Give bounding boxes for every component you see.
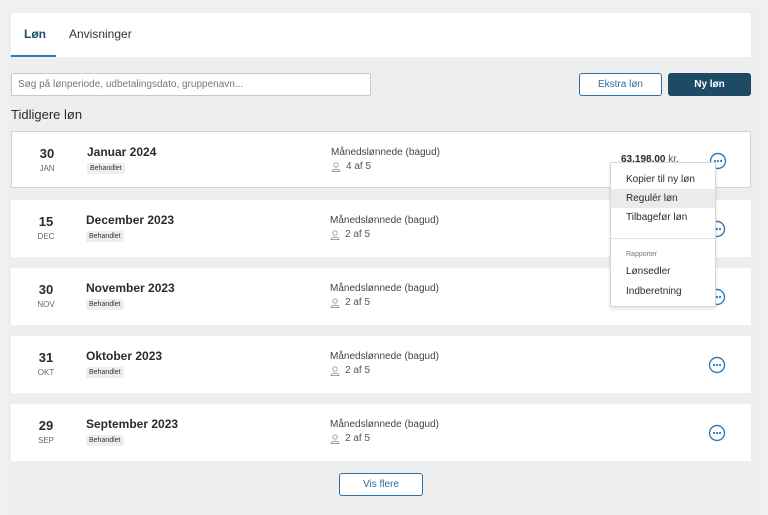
person-icon — [330, 365, 340, 376]
tab-lon[interactable]: Løn — [24, 27, 46, 41]
menu-divider — [611, 238, 715, 239]
employee-count: 2 af 5 — [330, 433, 370, 444]
more-options-icon[interactable] — [708, 356, 726, 374]
count-text: 2 af 5 — [345, 229, 371, 240]
new-pay-button[interactable]: Ny løn — [668, 73, 751, 96]
person-icon — [331, 161, 341, 172]
group-name: Månedslønnede (bagud) — [330, 283, 439, 294]
pay-day: 15 — [38, 214, 54, 229]
period-title: November 2023 — [86, 281, 175, 295]
group-name: Månedslønnede (bagud) — [330, 215, 439, 226]
pay-month: SEP — [37, 436, 54, 445]
extra-pay-button[interactable]: Ekstra løn — [579, 73, 662, 96]
group-name: Månedslønnede (bagud) — [330, 419, 439, 430]
status-badge: Behandlet — [87, 163, 125, 174]
pay-month: NOV — [37, 300, 55, 309]
pay-month: OKT — [37, 368, 55, 377]
menu-item-reporting[interactable]: Indberetning — [611, 282, 715, 301]
employee-count: 2 af 5 — [330, 297, 370, 308]
menu-item-reverse[interactable]: Tilbagefør løn — [611, 208, 715, 227]
tab-bar: Løn Anvisninger — [11, 13, 751, 57]
pay-month: DEC — [37, 232, 55, 241]
actions-menu: Kopier til ny løn Regulér løn Tilbagefør… — [610, 162, 716, 307]
pay-day: 30 — [38, 282, 54, 297]
status-badge: Behandlet — [86, 367, 124, 378]
count-text: 2 af 5 — [345, 365, 371, 376]
status-badge: Behandlet — [86, 299, 124, 310]
tab-anvisninger[interactable]: Anvisninger — [69, 27, 132, 41]
menu-item-payslips[interactable]: Lønsedler — [611, 262, 715, 281]
person-icon — [330, 229, 340, 240]
count-text: 2 af 5 — [345, 297, 371, 308]
show-more-button[interactable]: Vis flere — [339, 473, 423, 496]
menu-item-copy[interactable]: Kopier til ny løn — [611, 170, 715, 189]
group-name: Månedslønnede (bagud) — [331, 147, 440, 158]
pay-day: 31 — [38, 350, 54, 365]
status-badge: Behandlet — [86, 435, 124, 446]
period-title: Januar 2024 — [87, 145, 157, 159]
status-badge: Behandlet — [86, 231, 124, 242]
active-tab-indicator — [11, 55, 56, 57]
person-icon — [330, 297, 340, 308]
employee-count: 4 af 5 — [331, 161, 371, 172]
period-title: December 2023 — [86, 213, 175, 227]
search-input[interactable] — [11, 73, 371, 96]
count-text: 2 af 5 — [345, 433, 371, 444]
payroll-row[interactable]: 31 OKT Oktober 2023 Behandlet Månedslønn… — [11, 336, 751, 393]
payroll-row[interactable]: 29 SEP September 2023 Behandlet Månedslø… — [11, 404, 751, 461]
group-name: Månedslønnede (bagud) — [330, 351, 439, 362]
menu-section-label: Rapporter — [626, 251, 658, 258]
employee-count: 2 af 5 — [330, 229, 370, 240]
count-text: 4 af 5 — [346, 161, 372, 172]
employee-count: 2 af 5 — [330, 365, 370, 376]
pay-month: JAN — [39, 164, 55, 173]
section-title: Tidligere løn — [11, 107, 83, 122]
pay-day: 30 — [39, 146, 55, 161]
person-icon — [330, 433, 340, 444]
pay-day: 29 — [38, 418, 54, 433]
period-title: Oktober 2023 — [86, 349, 163, 363]
menu-item-adjust[interactable]: Regulér løn — [611, 189, 715, 208]
period-title: September 2023 — [86, 417, 179, 431]
more-options-icon[interactable] — [708, 424, 726, 442]
